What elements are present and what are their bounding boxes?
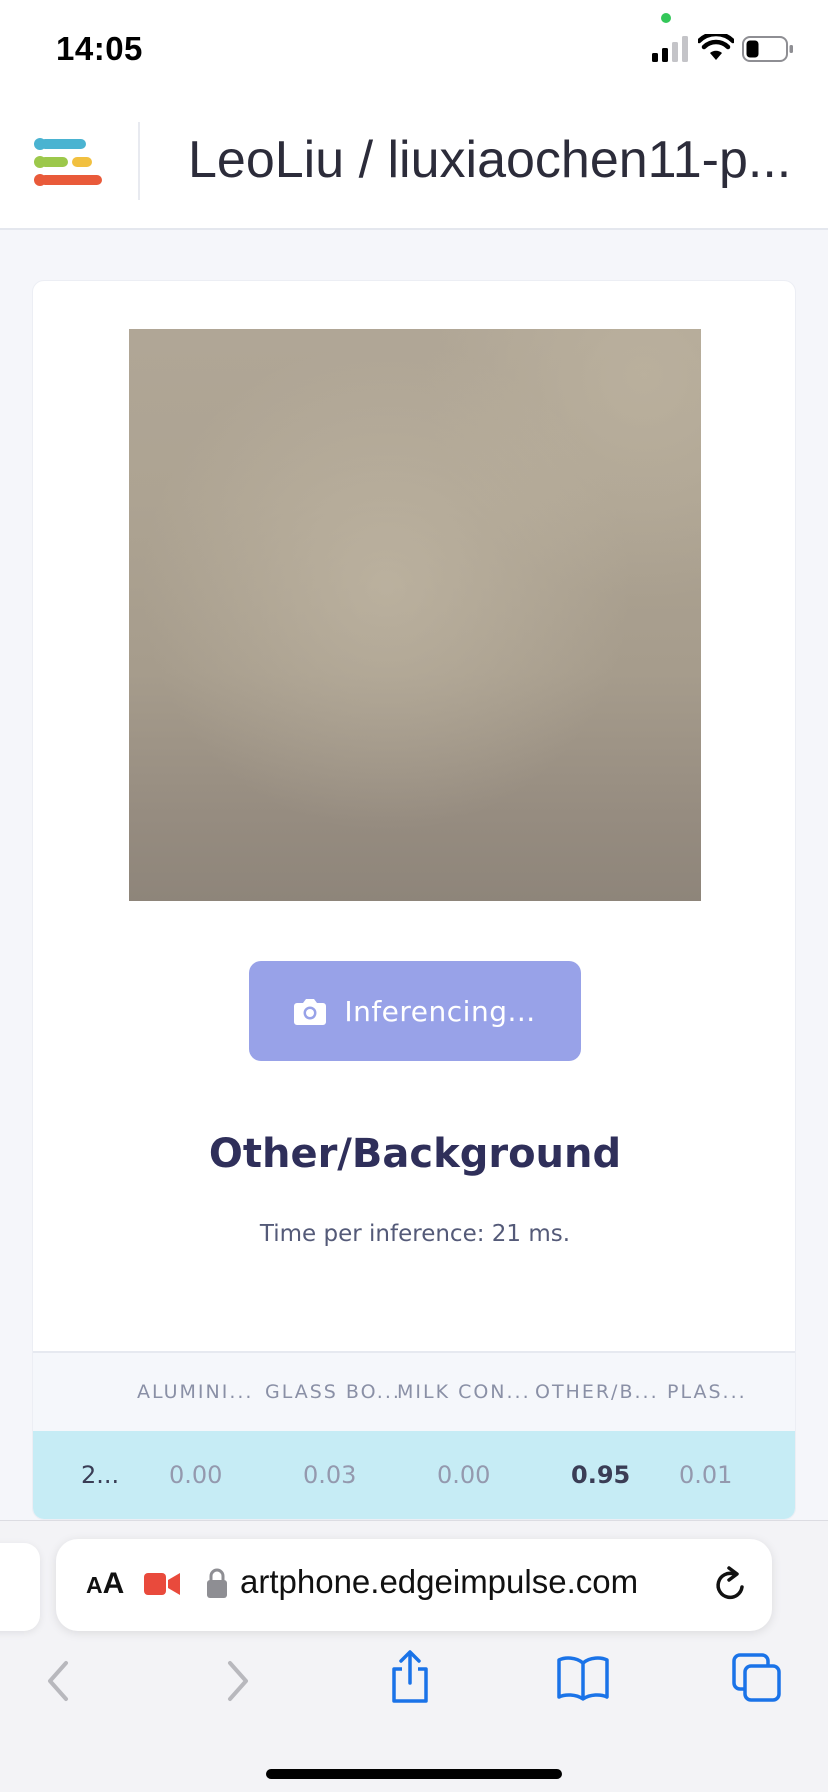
url-text[interactable]: artphone.edgeimpulse.com [240, 1563, 684, 1601]
table-cell: 0.03 [303, 1461, 357, 1489]
header-divider [138, 122, 140, 200]
record-icon[interactable] [144, 1571, 180, 1597]
table-row: 2... 0.00 0.03 0.00 0.95 0.01 [33, 1431, 795, 1519]
share-icon[interactable] [388, 1649, 432, 1705]
bookmarks-icon[interactable] [556, 1655, 610, 1701]
previous-tab-hint[interactable] [0, 1543, 40, 1631]
column-header: ALUMINI... [137, 1381, 254, 1403]
table-cell: 0.00 [437, 1461, 491, 1489]
home-indicator [266, 1769, 562, 1779]
back-icon[interactable] [40, 1657, 76, 1705]
battery-icon [742, 36, 793, 62]
column-header: OTHER/B... [535, 1381, 659, 1403]
project-title: LeoLiu / liuxiaochen11-p... [188, 131, 792, 189]
edge-impulse-logo[interactable] [34, 136, 104, 188]
camera-icon [294, 999, 327, 1025]
camera-preview [129, 329, 701, 901]
inference-timing: Time per inference: 21 ms. [259, 1221, 571, 1247]
app-header: LeoLiu / liuxiaochen11-p... [0, 100, 828, 230]
column-header: GLASS BO... [265, 1381, 401, 1403]
column-header: MILK CON... [397, 1381, 531, 1403]
table-cell-top-score: 0.95 [571, 1461, 631, 1489]
status-bar: 14:05 [0, 0, 828, 100]
tabs-icon[interactable] [732, 1653, 782, 1703]
wifi-icon [698, 34, 734, 60]
cellular-signal-icon [652, 36, 688, 62]
lock-icon [207, 1568, 227, 1598]
capture-button-label: Inferencing... [344, 994, 536, 1028]
table-cell: 0.00 [169, 1461, 223, 1489]
table-cell: 0.01 [679, 1461, 733, 1489]
classifier-card: Inferencing... Other/Background Time per… [32, 280, 796, 1520]
column-header: PLAS... [667, 1381, 747, 1403]
reader-options-button[interactable]: AA [86, 1567, 124, 1601]
result-label: Other/Background [208, 1131, 622, 1177]
browser-toolbar: AA artphone.edgeimpulse.com [0, 1520, 828, 1792]
capture-button[interactable]: Inferencing... [249, 961, 581, 1061]
row-key: 2... [81, 1461, 120, 1489]
address-bar[interactable]: AA artphone.edgeimpulse.com [56, 1539, 772, 1631]
reader-options-label: A [102, 1567, 125, 1600]
forward-icon[interactable] [220, 1657, 256, 1705]
table-header: ALUMINI... GLASS BO... MILK CON... OTHER… [33, 1351, 795, 1431]
status-time: 14:05 [56, 30, 143, 67]
camera-in-use-dot [661, 13, 671, 23]
results-table: ALUMINI... GLASS BO... MILK CON... OTHER… [33, 1351, 795, 1519]
reload-icon[interactable] [712, 1565, 748, 1603]
